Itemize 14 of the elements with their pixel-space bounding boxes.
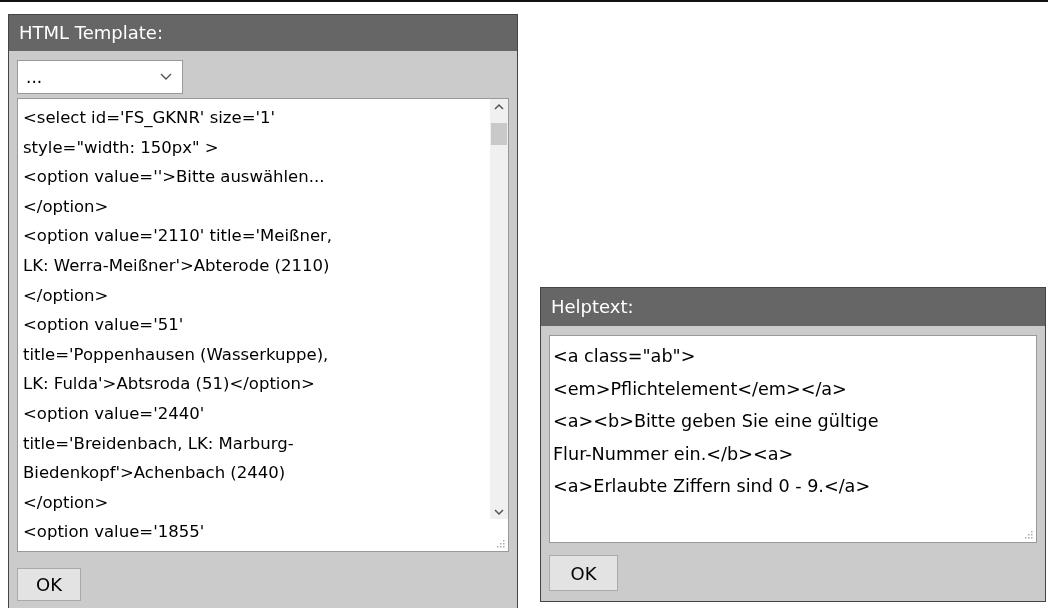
ok-button[interactable]: OK: [549, 555, 618, 591]
scrollbar[interactable]: [490, 99, 508, 519]
scroll-up-icon[interactable]: [494, 103, 504, 111]
scroll-down-icon[interactable]: [494, 508, 504, 516]
template-dropdown[interactable]: ...: [17, 60, 183, 94]
resize-grip-icon[interactable]: [1024, 530, 1033, 539]
dialog-title: HTML Template:: [9, 15, 517, 51]
caret-icon: [160, 73, 172, 81]
scrollbar-thumb[interactable]: [491, 123, 507, 145]
resize-grip-icon[interactable]: [496, 539, 505, 548]
text-area[interactable]: <a class="ab"> <em>Pflichtelement</em></a> <a><b>Bitte geben Sie eine gültige Flur-Nummer ein.</b><a> <a>Erlaubte Ziffern sind 0 - 9.</a>: [549, 335, 1037, 543]
text-area[interactable]: <select id='FS_GKNR' size='1' style="width: 150px" > <option value=''>Bitte auswählen... </option> <option value='2110' title='Meißner, LK: Werra-Meißner'>Abterode (2110) </option> <option value='51' title='Poppenhausen (Wasserkuppe), LK: Fulda'>Abtsroda (51)</option> <option value='2440' title='Breidenbach, LK: Marburg- Biedenkopf'>Achenbach (2440) </option> <option value='1855': [17, 98, 509, 552]
dialog-title: Helptext:: [541, 288, 1045, 326]
ok-button[interactable]: OK: [17, 568, 81, 601]
